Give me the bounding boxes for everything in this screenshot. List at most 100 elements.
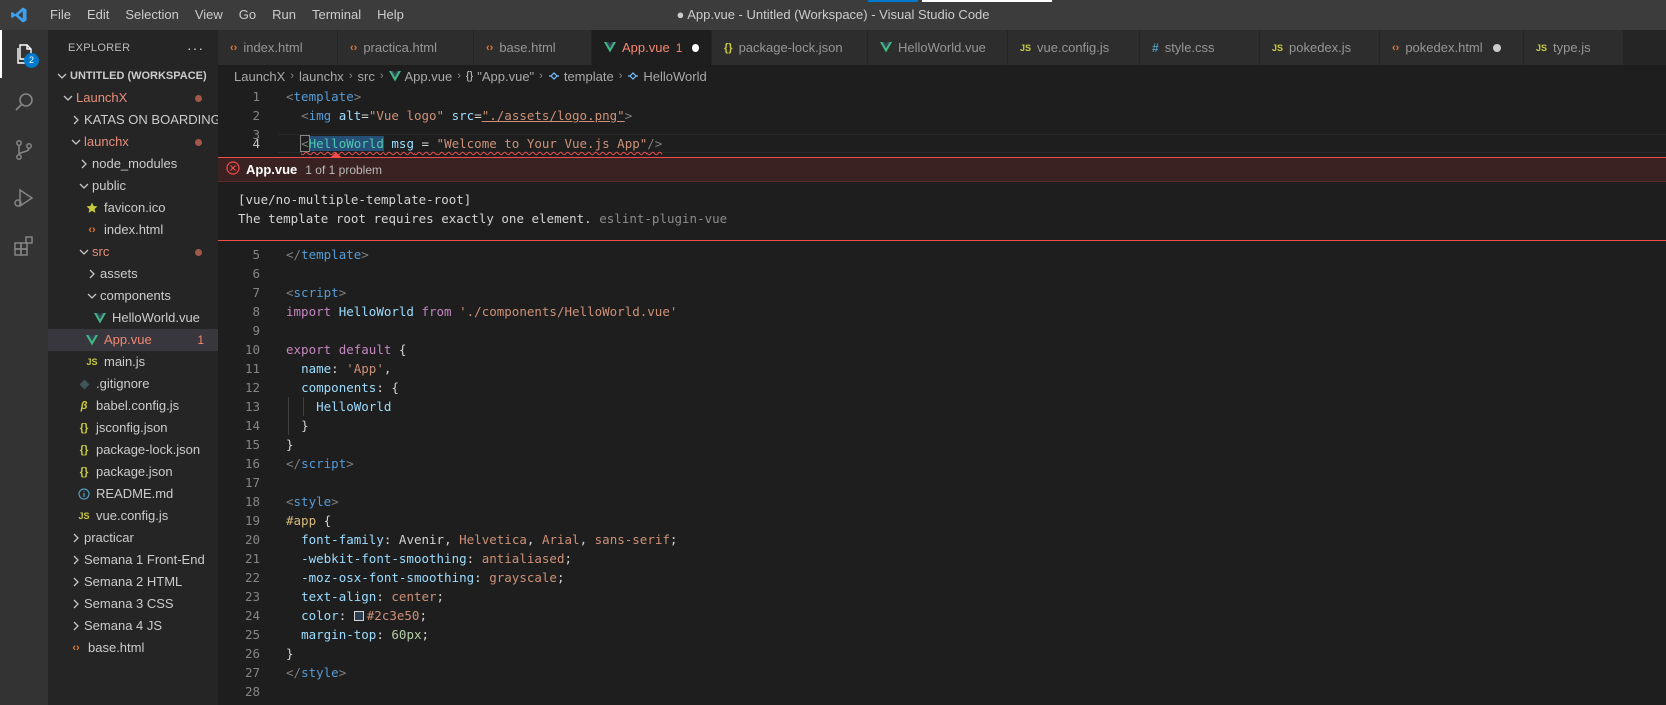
tree-file-favicon[interactable]: favicon.ico [48,197,218,219]
tree-folder-semana-3[interactable]: Semana 3 CSS [48,593,218,615]
vscode-logo-icon [4,0,34,30]
color-swatch[interactable] [353,611,364,621]
tree-file-readme[interactable]: README.md [48,483,218,505]
code-line: import HelloWorld from './components/Hel… [286,304,678,319]
menu-terminal[interactable]: Terminal [304,0,369,30]
tree-label: Semana 3 CSS [84,596,174,611]
tree-folder-public[interactable]: public [48,175,218,197]
menu-help[interactable]: Help [369,0,412,30]
line-number: 1 [252,89,260,104]
line-number: 25 [244,627,260,642]
tab-vue-config-js[interactable]: JS vue.config.js [1008,30,1140,65]
breadcrumb-item[interactable]: LaunchX [234,69,285,84]
tree-folder-assets[interactable]: assets [48,263,218,285]
menu-edit[interactable]: Edit [79,0,117,30]
breadcrumb-item[interactable]: src [357,69,374,84]
code-line: <HelloWorld msg = "Welcome to Your Vue.j… [300,135,663,152]
activity-source-control[interactable] [0,126,48,174]
tab-app-vue[interactable]: App.vue 1 [592,30,712,65]
tree-file-jsconfig[interactable]: {} jsconfig.json [48,417,218,439]
breadcrumb-item[interactable]: App.vue [405,69,453,84]
code-editor[interactable]: 1 2 3 4 5 6 7 8 9 10 11 12 13 14 15 16 1… [218,87,1666,705]
problem-message: The template root requires exactly one e… [238,211,592,226]
tree-file-base-html[interactable]: ‹› base.html [48,637,218,659]
line-number: 16 [244,456,260,471]
activity-run-debug[interactable] [0,174,48,222]
html-file-icon: ‹› [350,41,358,54]
tree-file-main-js[interactable]: JS main.js [48,351,218,373]
tree-folder-launchx-sub[interactable]: launchx [48,131,218,153]
unsaved-dot-icon[interactable] [692,43,699,52]
menu-go[interactable]: Go [231,0,264,30]
tree-folder-practicar[interactable]: practicar [48,527,218,549]
tree-file-app-vue[interactable]: App.vue 1 [48,329,218,351]
tab-pokedex-js[interactable]: JS pokedex.js [1260,30,1380,65]
chevron-right-icon: › [618,70,623,82]
activity-explorer[interactable]: 2 [0,30,48,78]
tree-folder-semana-2[interactable]: Semana 2 HTML [48,571,218,593]
tab-label: type.js [1553,40,1591,55]
vue-file-icon [880,42,892,53]
chevron-down-icon [84,291,100,301]
line-number: 7 [252,285,260,300]
js-file-icon: JS [1272,42,1284,53]
line-number: 18 [244,494,260,509]
tab-base-html[interactable]: ‹› base.html [474,30,592,65]
line-number: 4 [252,136,260,151]
tab-style-css[interactable]: # style.css [1140,30,1260,65]
tree-file-babel-config[interactable]: β babel.config.js [48,395,218,417]
code-line: -webkit-font-smoothing: antialiased; [301,551,573,566]
extensions-icon [14,236,33,256]
tab-label: vue.config.js [1037,40,1110,55]
code-line: components: { [301,380,399,395]
tab-pokedex-html[interactable]: ‹› pokedex.html [1380,30,1524,65]
tree-file-package-json[interactable]: {} package.json [48,461,218,483]
tree-folder-launchx[interactable]: LaunchX [48,87,218,109]
menu-file[interactable]: File [42,0,79,30]
source-control-icon [16,140,32,160]
activity-search[interactable] [0,78,48,126]
tab-type-js[interactable]: JS type.js [1524,30,1624,65]
code-line: name: 'App', [301,361,392,376]
braces-icon: {} [465,70,474,82]
more-actions-icon[interactable]: ··· [187,40,204,56]
tab-package-lock-json[interactable]: {} package-lock.json [712,30,868,65]
tab-label: HelloWorld.vue [898,40,986,55]
workspace-label: UNTITLED (WORKSPACE) [70,70,207,82]
tree-file-vue-config[interactable]: JS vue.config.js [48,505,218,527]
breadcrumb-item[interactable]: template [564,69,614,84]
unsaved-dot-icon[interactable] [1492,43,1501,52]
tree-folder-semana-4[interactable]: Semana 4 JS [48,615,218,637]
tree-file-package-lock[interactable]: {} package-lock.json [48,439,218,461]
tree-folder-components[interactable]: components [48,285,218,307]
chevron-right-icon: › [379,70,384,82]
code-line: margin-top: 60px; [301,627,430,642]
line-number: 2 [252,108,260,123]
tree-folder-katas[interactable]: KATAS ON BOARDING [48,109,218,131]
breadcrumb-item[interactable]: HelloWorld [643,69,706,84]
breadcrumb-item[interactable]: "App.vue" [477,69,534,84]
menu-view[interactable]: View [187,0,231,30]
menu-selection[interactable]: Selection [117,0,186,30]
tree-file-gitignore[interactable]: .gitignore [48,373,218,395]
problem-source[interactable]: eslint-plugin-vue [599,211,727,226]
tree-folder-node-modules[interactable]: node_modules [48,153,218,175]
explorer-badge: 2 [24,53,39,68]
menu-run[interactable]: Run [264,0,304,30]
tab-index-html[interactable]: ‹› index.html [218,30,338,65]
modified-dot [195,95,202,102]
tab-practica-html[interactable]: ‹› practica.html [338,30,474,65]
tree-folder-semana-1[interactable]: Semana 1 Front-End [48,549,218,571]
breadcrumb-item[interactable]: launchx [299,69,344,84]
chevron-right-icon: › [290,70,294,82]
workspace-root[interactable]: UNTITLED (WORKSPACE) [48,65,218,87]
line-number: 24 [244,608,260,623]
tab-helloworld-vue[interactable]: HelloWorld.vue [868,30,1008,65]
activity-extensions[interactable] [0,222,48,270]
tree-folder-src[interactable]: src [48,241,218,263]
tree-file-index-html[interactable]: ‹› index.html [48,219,218,241]
tree-file-helloworld-vue[interactable]: HelloWorld.vue [48,307,218,329]
chevron-down-icon [76,181,92,191]
tree-label: KATAS ON BOARDING [84,112,218,127]
error-icon [226,161,240,178]
